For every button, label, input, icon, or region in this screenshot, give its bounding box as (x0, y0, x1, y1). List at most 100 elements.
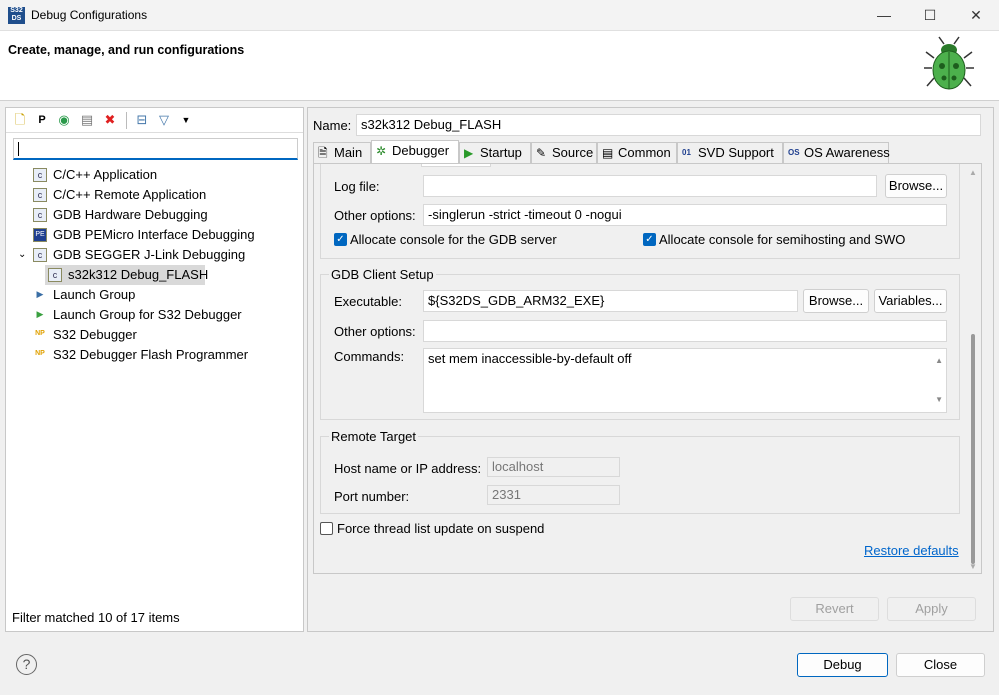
startup-icon: ▶ (464, 146, 474, 160)
tab-label: Source (552, 145, 594, 160)
c-icon: c (48, 268, 62, 282)
chevron-down-icon[interactable]: ⌄ (18, 245, 26, 265)
commands-label: Commands: (334, 349, 405, 364)
executable-input[interactable]: ${S32DS_GDB_ARM32_EXE} (423, 290, 798, 312)
configuration-editor: Name: s32k312 Debug_FLASH 🗎 Main ✲ Debugger… (307, 107, 994, 632)
nxp-icon: NP (35, 350, 45, 357)
tree-item-label: C/C++ Remote Application (53, 187, 207, 202)
tree-item[interactable]: c C/C++ Application (6, 165, 303, 185)
tab-label: Startup (480, 145, 522, 160)
c-icon: c (33, 248, 47, 262)
maximize-button[interactable]: ☐ (907, 0, 953, 31)
tab-label: OS Awareness (804, 145, 890, 160)
debugger-icon: ✲ (376, 144, 387, 158)
tree-item-label: S32 Debugger Flash Programmer (53, 347, 249, 362)
tree-item[interactable]: ⌄ c GDB SEGGER J-Link Debugging (6, 245, 303, 265)
allocate-gdb-server-console-label: Allocate console for the GDB server (350, 232, 557, 247)
delete-icon[interactable]: ✖ (102, 112, 118, 128)
executable-browse-button[interactable]: Browse... (803, 289, 869, 313)
tree-item-label: Launch Group (53, 287, 136, 302)
minimize-button[interactable]: — (861, 0, 907, 31)
debug-button[interactable]: Debug (797, 653, 888, 677)
tree-item[interactable]: ▶ Launch Group for S32 Debugger (6, 305, 303, 325)
commands-text: set mem inaccessible-by-default off (428, 351, 632, 366)
title-bar: S32 DS Debug Configurations — ☐ ✕ (0, 0, 999, 31)
client-other-options-input[interactable] (423, 320, 947, 342)
tab-label: Debugger (392, 143, 450, 158)
tree-item[interactable]: NP S32 Debugger Flash Programmer (6, 345, 303, 365)
partial-field[interactable] (421, 164, 491, 167)
filter-status: Filter matched 10 of 17 items (12, 610, 180, 625)
tab-label: Common (618, 145, 671, 160)
gdb-client-title: GDB Client Setup (329, 267, 436, 282)
log-file-input[interactable] (423, 175, 877, 197)
log-file-label: Log file: (334, 179, 380, 194)
tab-debugger[interactable]: ✲ Debugger (371, 140, 459, 164)
filter-icon[interactable]: ▽ (156, 112, 172, 128)
scroll-down-icon[interactable]: ▼ (935, 390, 943, 410)
c-icon: c (33, 168, 47, 182)
common-icon: ▤ (602, 146, 614, 160)
tab-label: SVD Support (698, 145, 774, 160)
tab-svd-support[interactable]: 01 SVD Support (677, 142, 783, 163)
launch-group-nxp-icon: ▶ (36, 309, 44, 319)
tree-item-label: GDB SEGGER J-Link Debugging (53, 247, 246, 262)
tree-toolbar: 🗋 P ◉ ▤ ✖ ⊟ ▽ ▼ (6, 108, 303, 133)
scrollbar-thumb[interactable] (971, 334, 975, 564)
duplicate-icon[interactable]: ▤ (79, 112, 95, 128)
apply-button[interactable]: Apply (887, 597, 976, 621)
app-icon: S32 DS (8, 7, 25, 24)
tab-startup[interactable]: ▶ Startup (459, 142, 531, 163)
allocate-semihosting-console-checkbox[interactable]: ✓ (643, 233, 656, 246)
collapse-all-icon[interactable]: ⊟ (134, 112, 150, 128)
main-icon: 🗎 (318, 146, 328, 160)
close-window-button[interactable]: ✕ (953, 0, 999, 31)
tree-item[interactable]: PE GDB PEMicro Interface Debugging (6, 225, 303, 245)
configuration-tree-panel: 🗋 P ◉ ▤ ✖ ⊟ ▽ ▼ c C/C++ Application c C/C++… (5, 107, 304, 632)
tree-item[interactable]: NP S32 Debugger (6, 325, 303, 345)
view-menu-icon[interactable]: ▼ (178, 112, 194, 128)
client-other-options-label: Other options: (334, 324, 416, 339)
c-icon: c (33, 188, 47, 202)
tab-os-awareness[interactable]: OS OS Awareness (783, 142, 890, 163)
tab-common[interactable]: ▤ Common (597, 142, 677, 163)
scroll-up-icon[interactable]: ▲ (969, 168, 977, 177)
force-thread-update-checkbox[interactable] (320, 522, 333, 535)
new-configuration-icon[interactable]: 🗋 (12, 112, 28, 128)
gdb-client-group: GDB Client Setup Executable: ${S32DS_GDB… (320, 267, 960, 420)
bug-icon (924, 36, 974, 90)
allocate-gdb-server-console-checkbox[interactable]: ✓ (334, 233, 347, 246)
tab-label: Main (334, 145, 363, 160)
tree-item-label: Launch Group for S32 Debugger (53, 307, 242, 322)
scroll-up-icon[interactable]: ▲ (935, 351, 943, 371)
filter-input[interactable] (13, 138, 298, 160)
debugger-tab-content: Log file: Browse... Other options: -sing… (313, 163, 982, 574)
close-button[interactable]: Close (896, 653, 985, 677)
tree-item[interactable]: c s32k312 Debug_FLASH (6, 265, 303, 285)
revert-button[interactable]: Revert (790, 597, 879, 621)
host-input[interactable]: localhost (487, 457, 620, 477)
commands-textarea[interactable]: set mem inaccessible-by-default off ▲ ▼ (423, 348, 947, 413)
scroll-down-icon[interactable]: ▼ (969, 562, 977, 571)
tab-source[interactable]: ✎ Source (531, 142, 597, 163)
name-input[interactable]: s32k312 Debug_FLASH (356, 114, 981, 136)
tree-item[interactable]: c C/C++ Remote Application (6, 185, 303, 205)
c-icon: c (33, 208, 47, 222)
vertical-scrollbar[interactable]: ▲ ▼ (965, 164, 981, 573)
new-prototype-icon[interactable]: P (34, 112, 50, 128)
server-other-options-input[interactable]: -singlerun -strict -timeout 0 -nogui (423, 204, 947, 226)
port-label: Port number: (334, 489, 410, 504)
toolbar-divider (126, 112, 127, 129)
header-title: Create, manage, and run configurations (8, 43, 245, 57)
export-icon[interactable]: ◉ (56, 112, 72, 128)
log-browse-button[interactable]: Browse... (885, 174, 947, 198)
variables-button[interactable]: Variables... (874, 289, 947, 313)
restore-defaults-link[interactable]: Restore defaults (864, 543, 959, 558)
help-icon[interactable]: ? (16, 654, 37, 675)
tree-item-label: GDB Hardware Debugging (53, 207, 208, 222)
tree-item[interactable]: ▶ Launch Group (6, 285, 303, 305)
tab-main[interactable]: 🗎 Main (313, 142, 371, 163)
tree-item[interactable]: c GDB Hardware Debugging (6, 205, 303, 225)
port-input[interactable]: 2331 (487, 485, 620, 505)
svd-support-icon: 01 (682, 148, 691, 157)
